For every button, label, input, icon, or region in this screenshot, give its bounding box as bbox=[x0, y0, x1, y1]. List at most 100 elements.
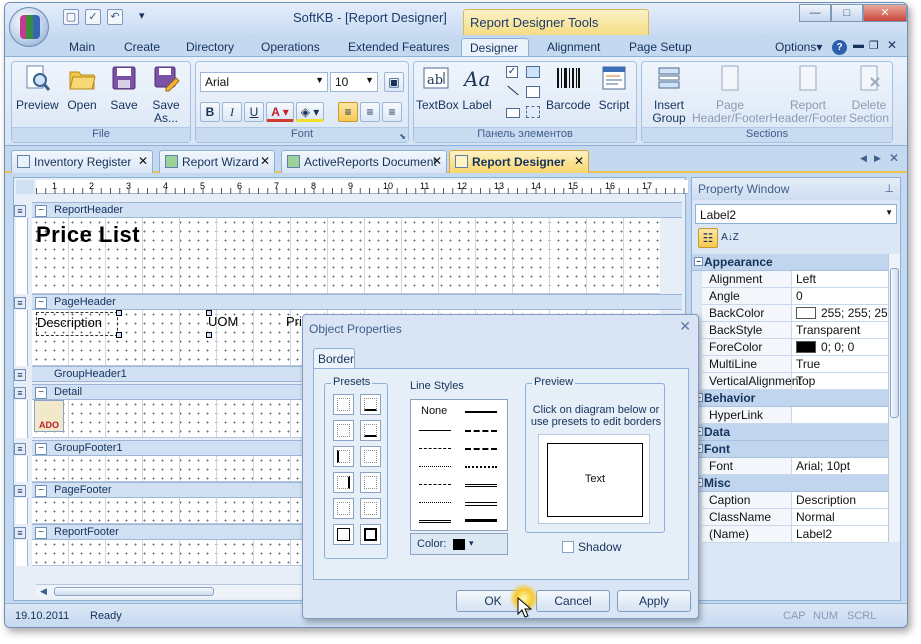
line-style-dash-dot[interactable] bbox=[465, 466, 497, 468]
tab-extended-features[interactable]: Extended Features bbox=[340, 38, 457, 58]
pagebreak-tool-icon[interactable] bbox=[526, 106, 540, 118]
property-row[interactable]: Angle 0 bbox=[702, 288, 888, 305]
font-color-button[interactable]: A ▾ bbox=[266, 102, 294, 122]
open-button[interactable]: Open bbox=[62, 64, 102, 112]
tab-create[interactable]: Create bbox=[116, 38, 168, 58]
collapse-icon[interactable]: − bbox=[35, 297, 47, 309]
line-style-dot-fine[interactable] bbox=[419, 502, 451, 503]
preset-inside-h[interactable] bbox=[333, 420, 354, 441]
app-menu-button[interactable] bbox=[9, 7, 49, 47]
property-row[interactable]: VerticalAlignment Top bbox=[702, 373, 888, 390]
options-menu[interactable]: Options▾ bbox=[767, 38, 830, 58]
barcode-button[interactable]: Barcode bbox=[546, 64, 591, 112]
band-page-header[interactable]: ≡ − PageHeader bbox=[14, 294, 682, 310]
align-left-button[interactable]: ≡ bbox=[338, 102, 358, 122]
tab-directory[interactable]: Directory bbox=[178, 38, 242, 58]
apply-button[interactable]: Apply bbox=[617, 590, 691, 612]
ribbon-minimize-icon[interactable]: ▬ bbox=[853, 39, 864, 51]
shadow-checkbox[interactable] bbox=[562, 541, 574, 553]
property-row[interactable]: ForeColor 0; 0; 0 bbox=[702, 339, 888, 356]
grow-font-button[interactable]: ▣ bbox=[384, 72, 404, 92]
minimize-button[interactable]: — bbox=[799, 4, 831, 22]
textbox-button[interactable]: ab TextBox bbox=[416, 64, 459, 112]
tab-border[interactable]: Border bbox=[313, 348, 355, 368]
line-style-double-fine[interactable] bbox=[419, 520, 451, 523]
collapse-icon[interactable]: − bbox=[35, 205, 47, 217]
line-style-thick[interactable] bbox=[465, 411, 497, 413]
tab-operations[interactable]: Operations bbox=[253, 38, 328, 58]
line-styles-list[interactable]: None bbox=[410, 399, 508, 531]
line-style-double[interactable] bbox=[465, 484, 497, 487]
script-button[interactable]: Script bbox=[594, 64, 634, 112]
doc-tab-inventory-register[interactable]: Inventory Register ✕ bbox=[11, 150, 153, 173]
page-header-footer-button[interactable]: Page Header/Footer bbox=[692, 64, 769, 125]
property-row[interactable]: BackColor 255; 255; 255 bbox=[702, 305, 888, 322]
preset-all[interactable] bbox=[360, 498, 381, 519]
property-row[interactable]: Font Arial; 10pt bbox=[702, 458, 888, 475]
collapse-icon[interactable]: − bbox=[694, 257, 703, 266]
line-style-dot[interactable] bbox=[419, 466, 451, 467]
align-right-button[interactable]: ≡ bbox=[382, 102, 402, 122]
preview-text-box[interactable]: Text bbox=[547, 443, 643, 517]
delete-section-button[interactable]: Delete Section bbox=[846, 64, 892, 125]
property-row[interactable]: Caption Description bbox=[702, 492, 888, 509]
tab-scroll-right-icon[interactable]: ▶ bbox=[874, 153, 881, 164]
tab-main[interactable]: Main bbox=[61, 38, 103, 58]
category-data[interactable]: −Data bbox=[692, 424, 888, 441]
category-appearance[interactable]: − Appearance bbox=[692, 254, 888, 271]
line-style-dash-dot-dot[interactable] bbox=[419, 484, 451, 485]
tab-designer[interactable]: Designer bbox=[461, 38, 529, 58]
subreport-tool-icon[interactable] bbox=[526, 86, 540, 98]
collapse-icon[interactable]: − bbox=[35, 443, 47, 455]
doc-tab-activereports-document[interactable]: ActiveReports Document ✕ bbox=[281, 150, 447, 173]
preset-bottom[interactable] bbox=[360, 420, 381, 441]
price-label[interactable]: Pri bbox=[286, 314, 302, 329]
ribbon-restore-icon[interactable]: ❐ bbox=[869, 39, 879, 52]
object-selector[interactable]: Label2 ▼ bbox=[695, 204, 897, 224]
preview-button[interactable]: Preview bbox=[16, 64, 59, 112]
insert-group-button[interactable]: Insert Group bbox=[644, 64, 694, 125]
shape-tool-icon[interactable] bbox=[506, 108, 520, 118]
highlight-button[interactable]: ◈ ▾ bbox=[296, 102, 324, 122]
line-style-dash-thick[interactable] bbox=[465, 430, 497, 432]
check-icon[interactable]: ✓ bbox=[85, 9, 101, 25]
cancel-button[interactable]: Cancel bbox=[536, 590, 610, 612]
qat-menu-icon[interactable]: ▾ bbox=[139, 9, 145, 22]
scroll-left-icon[interactable]: ◀ bbox=[40, 586, 47, 597]
ado-datasource-icon[interactable]: ADO bbox=[34, 400, 64, 432]
line-style-double-thick[interactable] bbox=[465, 502, 497, 506]
tab-page-setup[interactable]: Page Setup bbox=[621, 38, 700, 58]
line-style-none[interactable]: None bbox=[421, 405, 447, 417]
uom-label[interactable]: UOM bbox=[208, 314, 238, 329]
alphabetical-view-button[interactable]: A↓Z bbox=[720, 228, 740, 248]
resize-handle[interactable] bbox=[116, 310, 122, 316]
property-row[interactable]: Alignment Left bbox=[702, 271, 888, 288]
picture-tool-icon[interactable] bbox=[526, 66, 540, 78]
tab-close-all-icon[interactable]: ✕ bbox=[889, 151, 899, 165]
close-button[interactable]: ✕ bbox=[863, 4, 907, 22]
label-button[interactable]: Aa Label bbox=[460, 64, 494, 112]
color-picker[interactable]: Color: ▾ bbox=[410, 533, 508, 555]
resize-handle[interactable] bbox=[116, 332, 122, 338]
category-behavior[interactable]: −Behavior bbox=[692, 390, 888, 407]
preset-left[interactable] bbox=[333, 446, 354, 467]
undo-icon[interactable]: ↶ bbox=[107, 9, 123, 25]
band-report-header[interactable]: ≡ − ReportHeader bbox=[14, 202, 682, 218]
maximize-button[interactable]: □ bbox=[831, 4, 863, 22]
save-as-button[interactable]: Save As... bbox=[146, 64, 186, 125]
doc-tab-report-designer[interactable]: Report Designer ✕ bbox=[449, 150, 589, 173]
font-name-select[interactable]: Arial ▼ bbox=[200, 72, 328, 92]
property-scroll-thumb[interactable] bbox=[890, 268, 899, 418]
resize-handle[interactable] bbox=[206, 332, 212, 338]
close-icon[interactable]: ✕ bbox=[138, 154, 148, 168]
category-misc[interactable]: −Misc bbox=[692, 475, 888, 492]
dialog-launcher-icon[interactable]: ⬊ bbox=[399, 132, 406, 141]
preset-top[interactable] bbox=[360, 394, 381, 415]
preset-horizontal[interactable] bbox=[360, 472, 381, 493]
category-font[interactable]: −Font bbox=[692, 441, 888, 458]
property-row[interactable]: HyperLink bbox=[702, 407, 888, 424]
preset-outline[interactable] bbox=[333, 524, 354, 545]
preset-none[interactable] bbox=[333, 394, 354, 415]
line-style-dash-long[interactable] bbox=[465, 448, 497, 450]
horizontal-scroll-thumb[interactable] bbox=[54, 587, 214, 596]
